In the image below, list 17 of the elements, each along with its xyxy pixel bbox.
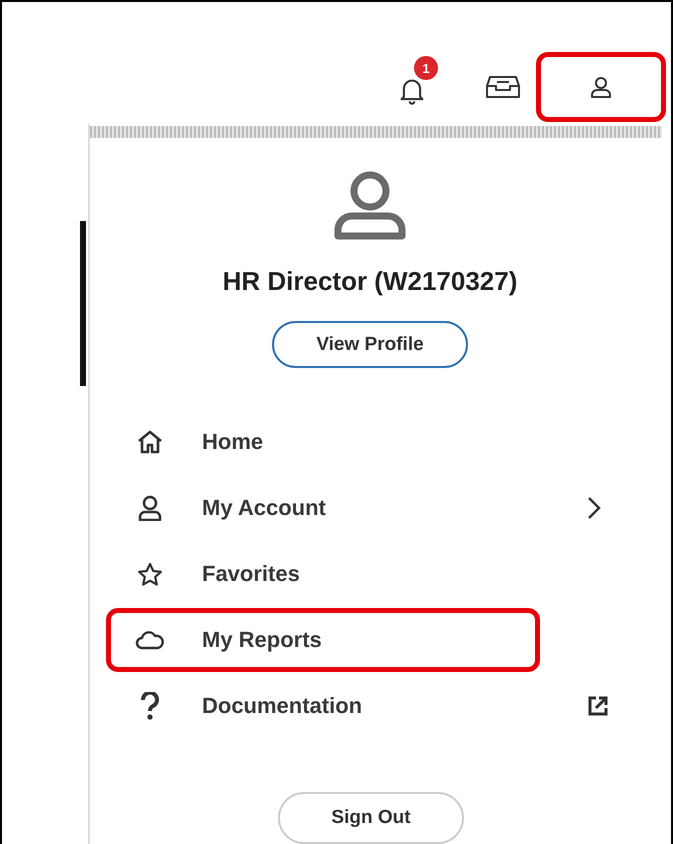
chevron-right-icon [587, 496, 601, 520]
cloud-icon [135, 630, 165, 650]
star-icon [135, 562, 165, 586]
menu-item[interactable]: Home [106, 410, 540, 474]
sign-out-button[interactable]: Sign Out [278, 792, 464, 844]
menu-item[interactable]: Favorites [106, 542, 540, 606]
notification-badge: 1 [414, 56, 438, 80]
user-avatar-icon [333, 170, 407, 240]
inbox-icon [486, 74, 520, 100]
profile-button[interactable] [536, 52, 666, 122]
user-name: HR Director (W2170327) [222, 266, 518, 297]
menu-item[interactable]: My Reports [106, 608, 540, 672]
user-icon [589, 75, 613, 99]
view-profile-button[interactable]: View Profile [272, 321, 468, 368]
external-link-icon [587, 695, 609, 717]
menu-item[interactable]: Documentation [106, 674, 540, 738]
menu-item[interactable]: My Account [106, 476, 540, 540]
